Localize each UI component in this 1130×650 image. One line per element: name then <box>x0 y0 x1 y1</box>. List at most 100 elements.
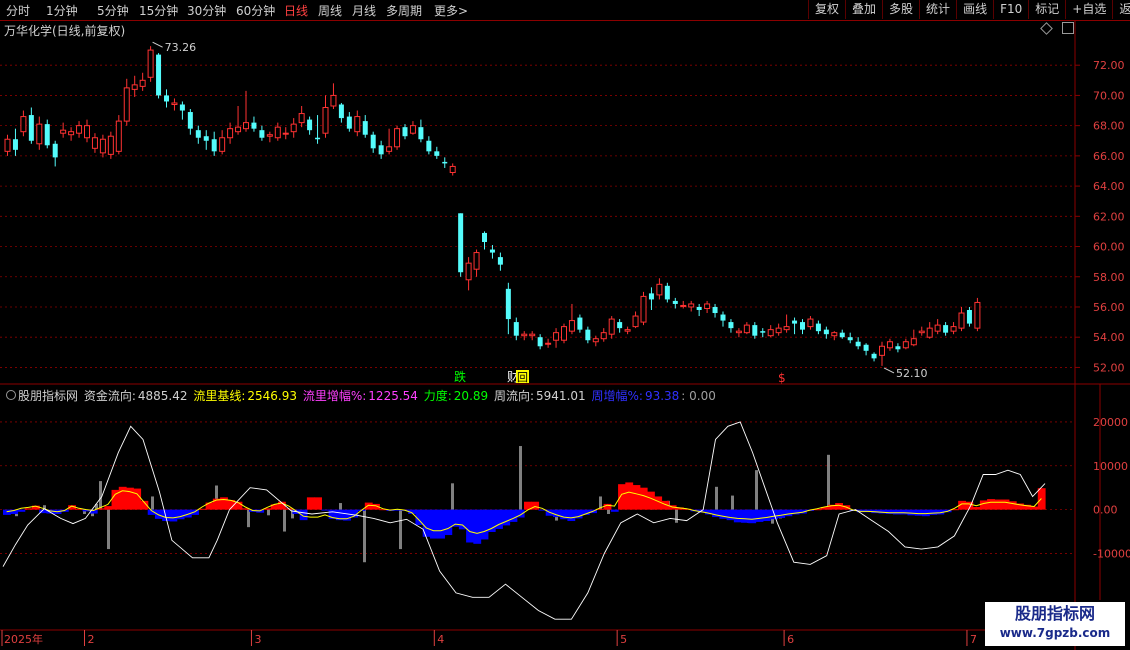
candle-body <box>568 320 575 332</box>
zengfu-value: 1225.54 <box>368 389 418 403</box>
candle-body <box>752 325 758 336</box>
candle-body <box>179 104 185 111</box>
candle-body <box>895 346 901 350</box>
candle-body <box>720 314 726 321</box>
candle-body <box>131 84 138 90</box>
candle-body <box>505 288 511 320</box>
flow-bar <box>364 502 373 510</box>
candle-body <box>624 329 631 332</box>
volume-bar <box>99 481 102 510</box>
candle-body <box>307 119 313 131</box>
candle-body <box>497 257 503 265</box>
zjlx-value: 4885.42 <box>137 389 188 403</box>
candle-body <box>482 232 487 242</box>
candle-body <box>958 312 965 329</box>
flow-bar <box>205 502 214 510</box>
indicator-axis-label: 0.00 <box>1093 504 1118 517</box>
candle-body <box>775 327 782 334</box>
candle-body <box>648 293 654 300</box>
candle-body <box>409 125 416 134</box>
flow-bar <box>321 509 330 511</box>
candle-body <box>195 130 201 138</box>
indicator-axis-label: 20000 <box>1093 416 1128 429</box>
volume-bar <box>151 496 154 510</box>
candle-body <box>767 329 774 337</box>
indicator-name: 股朋指标网 <box>18 389 79 403</box>
candle-body <box>918 330 925 334</box>
candle-body <box>712 306 718 314</box>
volume-bar <box>283 509 286 532</box>
flow-bar <box>979 500 988 510</box>
candle-body <box>123 87 130 122</box>
candle-body <box>449 165 456 173</box>
candle-body <box>394 128 401 148</box>
watermark: 股朋指标网 www.7gpzb.com <box>985 602 1125 646</box>
flow-bar <box>712 509 720 518</box>
flow-bar <box>1008 501 1017 510</box>
weekly-flow-line <box>2 421 1046 620</box>
candle-body <box>974 301 981 329</box>
candle-body <box>664 285 670 300</box>
flow-bar <box>314 497 322 510</box>
flow-bar <box>176 509 185 520</box>
candle-body <box>187 112 193 129</box>
candle-body <box>91 137 98 149</box>
zengfu-label: 流里增幅%: <box>302 389 367 403</box>
candle-body <box>354 116 361 133</box>
flow-bar <box>647 491 655 510</box>
zhouzf-value: 93.38 <box>644 389 680 403</box>
candle-body <box>330 94 337 107</box>
flow-bar <box>306 497 315 510</box>
signal-die: 跌 <box>454 369 466 384</box>
candle-body <box>473 252 480 270</box>
volume-bar <box>715 486 718 510</box>
volume-bar <box>247 509 250 528</box>
price-axis-label: 68.00 <box>1093 120 1125 133</box>
indicator-legend: 股朋指标网 资金流向: 4885.42 流里基线: 2546.93 流里增幅%: 12… <box>18 387 718 404</box>
candle-body <box>4 138 11 152</box>
flow-bar <box>422 509 431 537</box>
candle-body <box>617 322 623 329</box>
indicator-menu-icon[interactable] <box>6 390 16 400</box>
candle-body <box>346 116 352 129</box>
candle-body <box>164 95 169 102</box>
candle-body <box>44 124 50 146</box>
jixian-label: 流里基线: <box>193 389 246 403</box>
high-price-marker: 73.26 <box>165 41 197 54</box>
volume-bar <box>339 503 342 510</box>
flow-bar <box>104 506 113 510</box>
candle-body <box>585 329 591 341</box>
candle-body <box>561 326 567 341</box>
candle-body <box>402 127 408 137</box>
candle-body <box>902 341 909 349</box>
indicator-axis-label: -10000 <box>1093 547 1130 560</box>
flow-bar <box>741 509 749 523</box>
candle-body <box>203 136 209 141</box>
lidu-value: 20.89 <box>453 389 489 403</box>
candle-body <box>847 337 853 341</box>
flow-bar <box>893 509 901 515</box>
low-marker-arrow <box>883 367 895 374</box>
candle-body <box>36 123 43 145</box>
candle-body <box>290 123 297 133</box>
candle-body <box>171 102 178 105</box>
flow-bar <box>987 499 995 510</box>
price-axis-label: 62.00 <box>1093 210 1125 223</box>
signal-dollar: $ <box>778 371 786 385</box>
price-axis-label: 60.00 <box>1093 241 1125 254</box>
flow-bar <box>632 485 641 510</box>
candle-body <box>704 303 711 309</box>
month-label: 7 <box>970 633 977 646</box>
candle-body <box>20 116 27 133</box>
indicator-axis-label: 10000 <box>1093 460 1128 473</box>
price-axis-label: 56.00 <box>1093 301 1125 314</box>
flow-bar <box>777 509 786 518</box>
month-label: 2 <box>88 633 95 646</box>
price-axis-label: 52.00 <box>1093 361 1125 374</box>
zjlx-label: 资金流向: <box>83 389 136 403</box>
kline-chart[interactable]: 72.0070.0068.0066.0064.0062.0060.0058.00… <box>0 0 1130 650</box>
candle-body <box>553 332 560 341</box>
candle-body <box>315 137 321 140</box>
candle-body <box>656 283 663 296</box>
candle-body <box>282 132 289 135</box>
